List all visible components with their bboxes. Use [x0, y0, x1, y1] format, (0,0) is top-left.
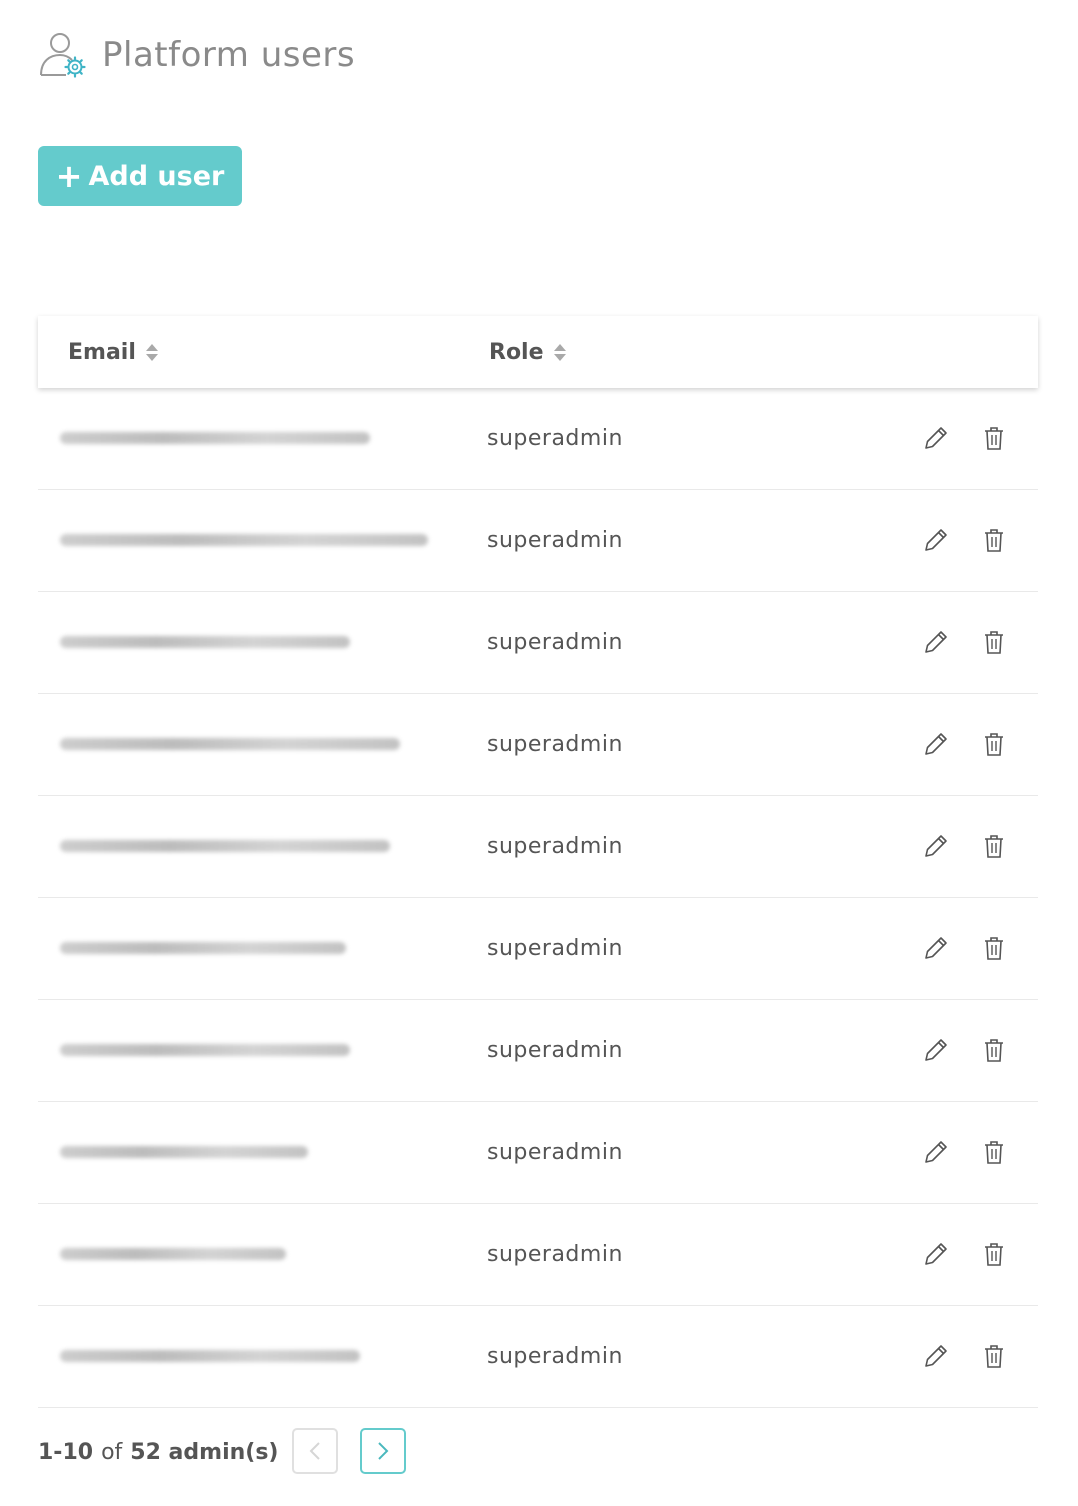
- add-user-button[interactable]: + Add user: [38, 146, 242, 206]
- edit-button[interactable]: [922, 1342, 950, 1370]
- role-cell: superadmin: [487, 833, 623, 859]
- edit-button[interactable]: [922, 934, 950, 962]
- delete-button[interactable]: [980, 1240, 1008, 1268]
- edit-button[interactable]: [922, 526, 950, 554]
- table-row: superadmin: [38, 1000, 1038, 1102]
- user-gear-icon: [40, 33, 86, 78]
- delete-button[interactable]: [980, 526, 1008, 554]
- plus-icon: +: [55, 157, 83, 195]
- email-column-header[interactable]: Email: [68, 316, 158, 388]
- table-row: superadmin: [38, 898, 1038, 1000]
- email-cell-redacted: [60, 432, 370, 444]
- trash-icon: [980, 1138, 1008, 1166]
- delete-button[interactable]: [980, 628, 1008, 656]
- role-cell: superadmin: [487, 1241, 623, 1267]
- email-cell-redacted: [60, 1248, 286, 1260]
- delete-button[interactable]: [980, 424, 1008, 452]
- chevron-right-icon: [378, 1442, 389, 1460]
- page-header: Platform users: [38, 30, 355, 80]
- edit-button[interactable]: [922, 1240, 950, 1268]
- table-header: Email Role: [38, 316, 1038, 388]
- role-cell: superadmin: [487, 425, 623, 451]
- pencil-icon: [922, 526, 950, 554]
- email-cell-redacted: [60, 840, 390, 852]
- delete-button[interactable]: [980, 832, 1008, 860]
- role-cell: superadmin: [487, 1139, 623, 1165]
- table-row: superadmin: [38, 796, 1038, 898]
- email-cell-redacted: [60, 942, 346, 954]
- page-title: Platform users: [102, 35, 356, 75]
- table-row: superadmin: [38, 1102, 1038, 1204]
- table-row: superadmin: [38, 388, 1038, 490]
- trash-icon: [980, 526, 1008, 554]
- email-cell-redacted: [60, 636, 350, 648]
- trash-icon: [980, 832, 1008, 860]
- table-row: superadmin: [38, 694, 1038, 796]
- email-cell-redacted: [60, 1044, 350, 1056]
- pagination-range: 1-10: [38, 1439, 94, 1465]
- pencil-icon: [922, 730, 950, 758]
- pencil-icon: [922, 1036, 950, 1064]
- add-user-label: Add user: [88, 160, 225, 192]
- pagination-of: of: [101, 1439, 123, 1465]
- trash-icon: [980, 628, 1008, 656]
- delete-button[interactable]: [980, 1342, 1008, 1370]
- trash-icon: [980, 730, 1008, 758]
- pencil-icon: [922, 934, 950, 962]
- role-cell: superadmin: [487, 731, 623, 757]
- edit-button[interactable]: [922, 832, 950, 860]
- pencil-icon: [922, 1342, 950, 1370]
- pencil-icon: [922, 628, 950, 656]
- pagination-total: 52 admin(s): [130, 1439, 279, 1465]
- role-cell: superadmin: [487, 1037, 623, 1063]
- delete-button[interactable]: [980, 934, 1008, 962]
- sort-icon: [145, 343, 158, 361]
- role-cell: superadmin: [487, 629, 623, 655]
- trash-icon: [980, 1036, 1008, 1064]
- pencil-icon: [922, 1138, 950, 1166]
- pencil-icon: [922, 424, 950, 452]
- trash-icon: [980, 934, 1008, 962]
- delete-button[interactable]: [980, 1138, 1008, 1166]
- edit-button[interactable]: [922, 628, 950, 656]
- edit-button[interactable]: [922, 730, 950, 758]
- sort-icon: [553, 343, 566, 361]
- table-row: superadmin: [38, 490, 1038, 592]
- edit-button[interactable]: [922, 1138, 950, 1166]
- previous-page-button[interactable]: [292, 1428, 338, 1474]
- trash-icon: [980, 424, 1008, 452]
- delete-button[interactable]: [980, 1036, 1008, 1064]
- next-page-button[interactable]: [360, 1428, 406, 1474]
- email-cell-redacted: [60, 1350, 360, 1362]
- email-cell-redacted: [60, 1146, 308, 1158]
- email-cell-redacted: [60, 738, 400, 750]
- email-header-label: Email: [68, 339, 136, 365]
- role-cell: superadmin: [487, 935, 623, 961]
- trash-icon: [980, 1342, 1008, 1370]
- trash-icon: [980, 1240, 1008, 1268]
- delete-button[interactable]: [980, 730, 1008, 758]
- role-column-header[interactable]: Role: [489, 316, 566, 388]
- table-row: superadmin: [38, 1306, 1038, 1408]
- table-row: superadmin: [38, 1204, 1038, 1306]
- chevron-left-icon: [309, 1442, 320, 1460]
- pencil-icon: [922, 832, 950, 860]
- role-cell: superadmin: [487, 1343, 623, 1369]
- table-row: superadmin: [38, 592, 1038, 694]
- pagination: 1-10 of 52 admin(s): [38, 1428, 406, 1476]
- edit-button[interactable]: [922, 424, 950, 452]
- pencil-icon: [922, 1240, 950, 1268]
- email-cell-redacted: [60, 534, 428, 546]
- edit-button[interactable]: [922, 1036, 950, 1064]
- role-cell: superadmin: [487, 527, 623, 553]
- user-table-body: superadmin superadmin superadmin superadmin…: [38, 388, 1038, 1408]
- role-header-label: Role: [489, 339, 544, 365]
